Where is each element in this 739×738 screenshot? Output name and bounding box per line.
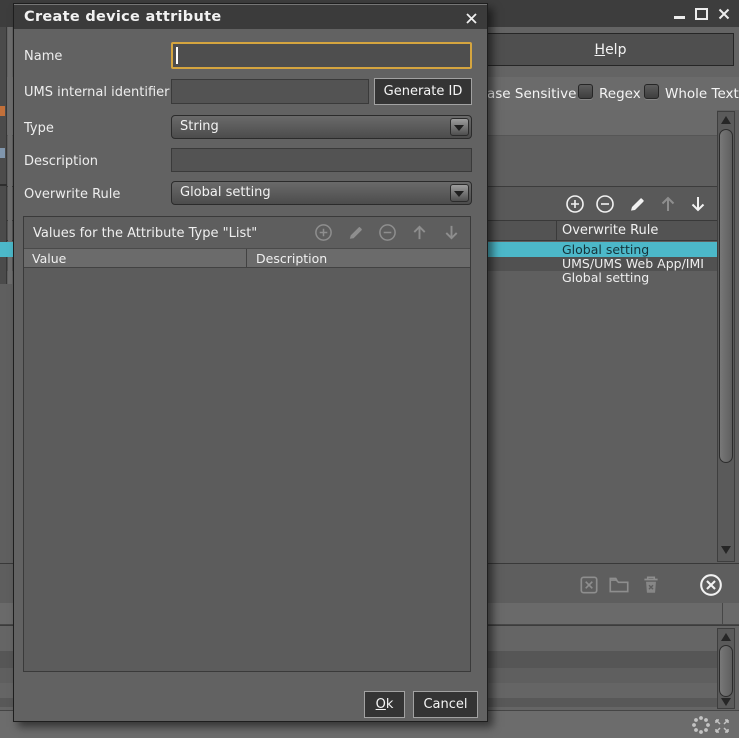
ok-mnemonic: O: [376, 697, 386, 712]
add-circle-icon[interactable]: [564, 193, 586, 215]
create-device-attribute-dialog: Create device attribute Name UMS interna…: [13, 3, 488, 722]
window-controls: [673, 0, 730, 27]
overwrite-rule-label: Overwrite Rule: [24, 187, 120, 202]
trash-icon[interactable]: [639, 573, 663, 597]
divider: [0, 184, 7, 186]
close-icon[interactable]: [717, 7, 730, 20]
whole-text-checkbox[interactable]: [644, 84, 659, 99]
whole-text-label: Whole Text: [665, 86, 739, 102]
remove-circle-icon[interactable]: [376, 221, 398, 243]
description-label: Description: [24, 154, 98, 169]
cancel-button[interactable]: Cancel: [413, 691, 478, 718]
ums-id-input[interactable]: [171, 79, 369, 104]
edit-pencil-icon[interactable]: [344, 221, 366, 243]
resize-arrows-icon[interactable]: [712, 716, 732, 736]
scroll-down-icon[interactable]: [721, 698, 731, 706]
help-label: elp: [605, 42, 626, 58]
column-separator: [556, 221, 557, 240]
selected-row-fragment: [0, 242, 13, 257]
case-sensitive-label: ase Sensitive: [487, 86, 576, 102]
name-label: Name: [24, 49, 62, 64]
text-caret: [176, 47, 178, 64]
values-section-title: Values for the Attribute Type "List": [33, 226, 257, 241]
scrollbar-thumb[interactable]: [719, 129, 733, 463]
description-input[interactable]: [171, 148, 472, 172]
column-separator: [722, 603, 723, 624]
vertical-scrollbar[interactable]: [717, 111, 735, 562]
vertical-scrollbar[interactable]: [717, 628, 735, 709]
move-down-icon[interactable]: [687, 193, 709, 215]
close-circle-icon[interactable]: [699, 573, 723, 597]
maximize-icon[interactable]: [695, 7, 708, 20]
scroll-down-icon[interactable]: [721, 546, 731, 554]
scrollbar-thumb[interactable]: [719, 645, 733, 697]
regex-label: Regex: [599, 86, 641, 102]
deselect-square-x-icon[interactable]: [577, 573, 601, 597]
move-down-icon[interactable]: [440, 221, 462, 243]
name-input[interactable]: [171, 42, 472, 69]
type-select-value: String: [180, 119, 219, 134]
screen: Help ase Sensitive Regex Whole Text: [0, 0, 739, 738]
values-table-header[interactable]: Value Description: [24, 248, 470, 268]
spinner-icon: [691, 715, 711, 735]
values-toolbar: [312, 221, 462, 243]
overwrite-rule-column-header: Overwrite Rule: [562, 223, 658, 238]
tree-icon-fragment: [0, 106, 5, 116]
help-button[interactable]: Help: [487, 33, 734, 66]
overwrite-rule-select-value: Global setting: [180, 185, 271, 200]
value-column-header: Value: [24, 249, 247, 267]
dialog-close-icon[interactable]: [464, 11, 478, 25]
ok-button[interactable]: Ok: [364, 691, 405, 718]
values-section: Values for the Attribute Type "List": [23, 216, 471, 672]
minimize-icon[interactable]: [673, 7, 686, 20]
chevron-down-icon[interactable]: [450, 118, 469, 136]
folder-icon[interactable]: [607, 573, 631, 597]
remove-circle-icon[interactable]: [594, 193, 616, 215]
type-select[interactable]: String: [171, 115, 472, 139]
ums-id-label: UMS internal identifier: [24, 85, 169, 100]
scroll-up-icon[interactable]: [721, 116, 731, 124]
overwrite-rule-select[interactable]: Global setting: [171, 181, 472, 205]
tree-icon-fragment: [0, 148, 5, 158]
ok-label: k: [386, 697, 394, 712]
values-table-body[interactable]: [24, 268, 470, 671]
add-circle-icon[interactable]: [312, 221, 334, 243]
regex-checkbox[interactable]: [578, 84, 593, 99]
dialog-title: Create device attribute: [24, 9, 221, 25]
type-label: Type: [24, 121, 54, 136]
scroll-up-icon[interactable]: [721, 633, 731, 641]
generate-id-button[interactable]: Generate ID: [374, 78, 472, 105]
move-up-icon[interactable]: [657, 193, 679, 215]
edit-pencil-icon[interactable]: [626, 193, 648, 215]
chevron-down-icon[interactable]: [450, 184, 469, 202]
description-column-header: Description: [248, 249, 470, 267]
dialog-titlebar[interactable]: Create device attribute: [14, 4, 487, 29]
move-up-icon[interactable]: [408, 221, 430, 243]
help-mnemonic: H: [595, 42, 606, 58]
